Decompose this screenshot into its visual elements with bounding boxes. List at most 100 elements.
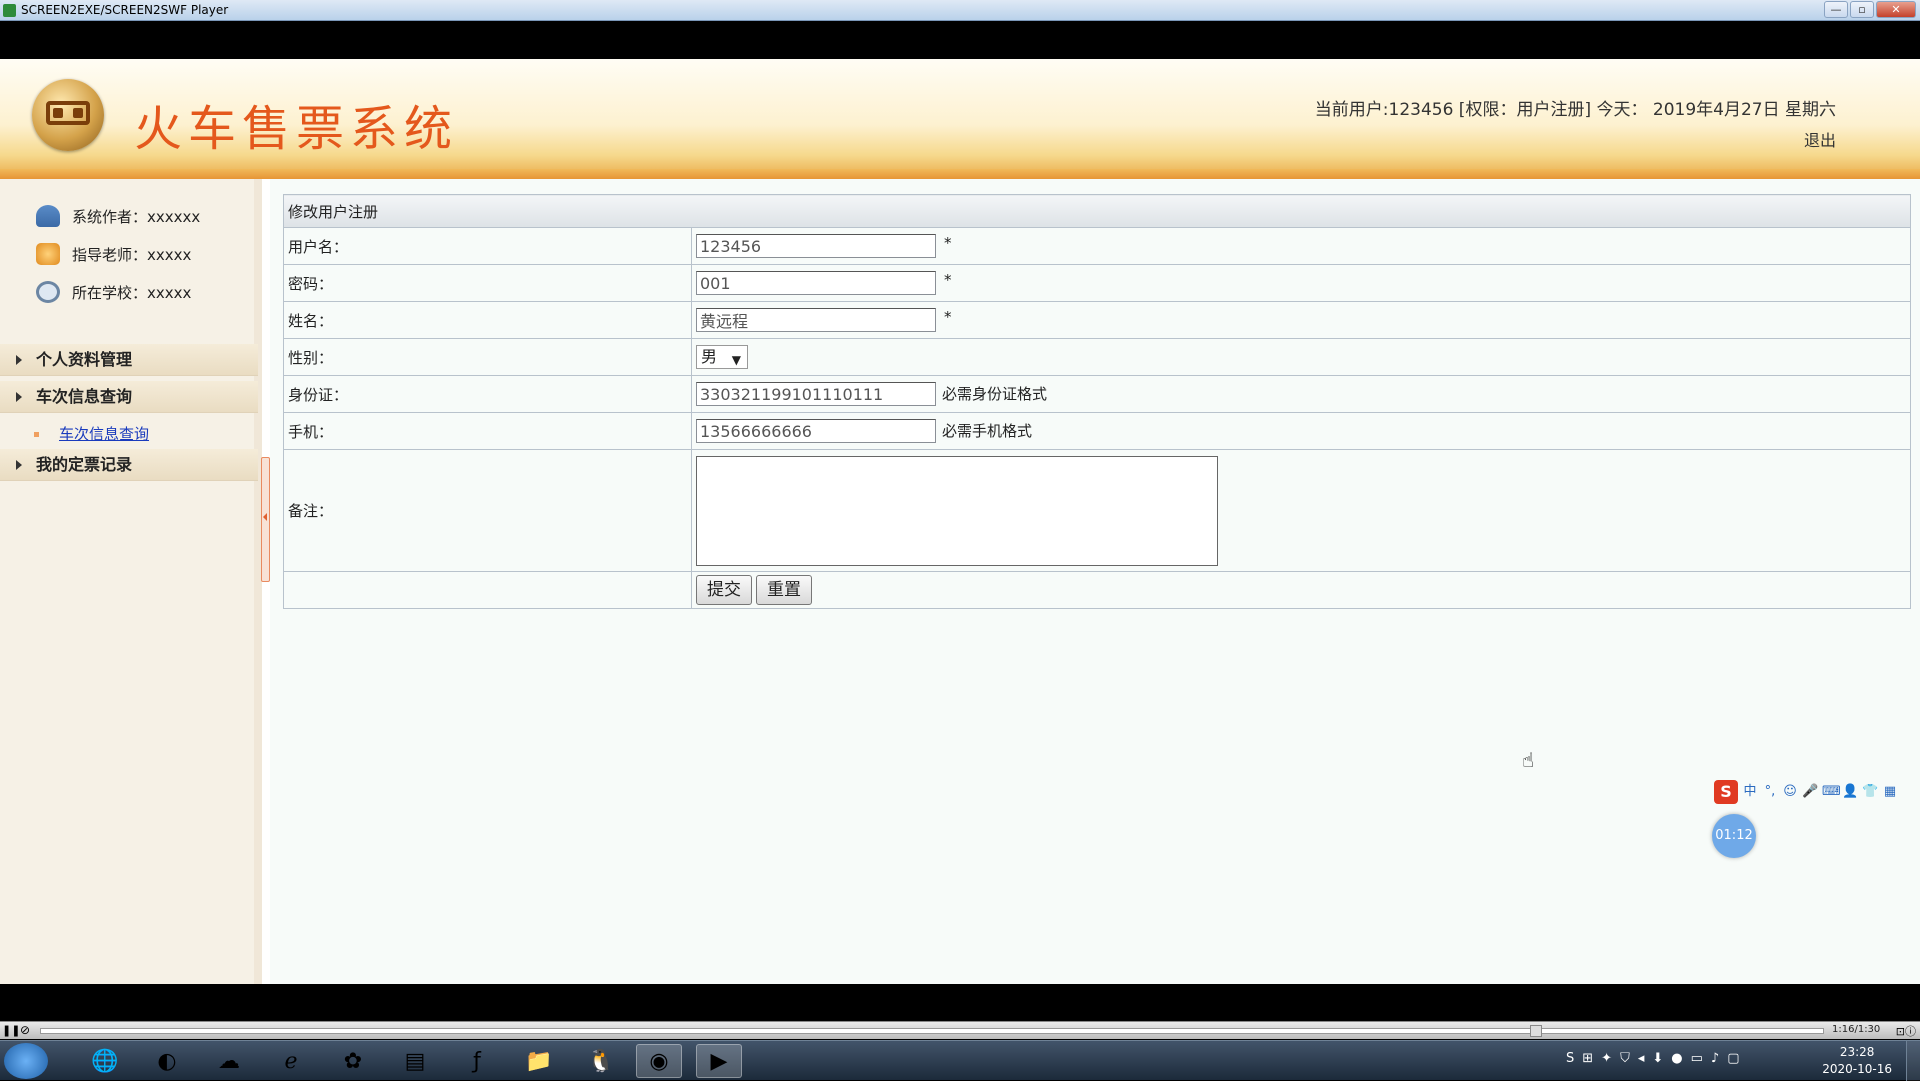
site-title: 火车售票系统 (134, 101, 459, 157)
reset-button[interactable]: 重置 (756, 575, 812, 605)
eclipse-icon[interactable]: ◐ (144, 1044, 190, 1078)
battery-tray-icon[interactable]: ▭ (1691, 1051, 1703, 1066)
menu-profile-management[interactable]: 个人资料管理 (0, 344, 258, 376)
username-label: 用户名： (283, 227, 692, 265)
sound-tray-icon[interactable]: ♪ (1711, 1051, 1719, 1066)
hand-cursor-icon: ☝ (1522, 748, 1535, 772)
idcard-input[interactable] (696, 382, 936, 406)
header-divider (0, 169, 1920, 179)
expand-arrow-icon (16, 460, 22, 470)
qq-tray-icon[interactable]: ● (1671, 1051, 1682, 1066)
start-button[interactable] (4, 1043, 48, 1079)
dropdown-arrow-icon: ▼ (731, 353, 741, 367)
submenu-link[interactable]: 车次信息查询 (59, 425, 149, 443)
qq-icon[interactable]: 🐧 (578, 1044, 624, 1078)
menu-train-query[interactable]: 车次信息查询 (0, 381, 258, 413)
phone-hint: 必需手机格式 (942, 421, 1033, 440)
pause-icon[interactable]: ❚❚ (2, 1024, 20, 1037)
taskbar: 🌐 ◐ ☁ ℯ ✿ ▤ ƒ 📁 🐧 ◉ ▶ S ⊞ ✦ ⛉ ◂ ⬇ ● ▭ ♪ … (0, 1040, 1920, 1081)
name-input[interactable] (696, 308, 936, 332)
browser-icon[interactable]: ℯ (268, 1044, 314, 1078)
form-row-password: 密码： * (283, 264, 1911, 302)
phone-label: 手机： (283, 412, 692, 450)
keyboard-icon[interactable]: ⌨ (1822, 784, 1841, 800)
wechat-icon[interactable]: ✿ (330, 1044, 376, 1078)
sidebar-info-teacher: 指导老师：xxxxx (36, 241, 191, 267)
system-clock[interactable]: 23:28 2020-10-16 (1822, 1044, 1892, 1078)
sidebar-collapse-handle[interactable] (261, 457, 270, 582)
gender-label: 性别： (283, 338, 692, 376)
form-title: 修改用户注册 (283, 194, 1911, 228)
emoji-icon[interactable]: ☺ (1782, 784, 1798, 800)
user-icon[interactable]: 👤 (1842, 784, 1858, 800)
camera-app-icon[interactable]: ◉ (636, 1044, 682, 1078)
seek-thumb[interactable] (1530, 1025, 1542, 1037)
phone-input[interactable] (696, 419, 936, 443)
stop-icon[interactable]: ⊘ (20, 1023, 30, 1037)
gender-value: 男 (701, 347, 718, 366)
toolbox-icon[interactable]: ▦ (1882, 784, 1898, 800)
player-app-icon[interactable]: ▶ (696, 1044, 742, 1078)
submit-button[interactable]: 提交 (696, 575, 752, 605)
seek-bar[interactable] (40, 1028, 1824, 1034)
form-row-gender: 性别： 男 ▼ (283, 338, 1911, 376)
window-titlebar: SCREEN2EXE/SCREEN2SWF Player — ▫ ✕ (0, 0, 1920, 21)
app-icon (3, 4, 16, 17)
school-icon (36, 281, 60, 303)
actions-spacer (283, 571, 692, 609)
skin-icon[interactable]: 👕 (1862, 784, 1878, 800)
show-desktop-button[interactable] (1906, 1041, 1920, 1081)
password-input[interactable] (696, 271, 936, 295)
sidebar-info-label: 所在学校：xxxxx (72, 283, 192, 302)
sidebar-info-school: 所在学校：xxxxx (36, 279, 191, 305)
expand-arrow-icon (16, 392, 22, 402)
chinese-mode-icon[interactable]: 中 (1742, 784, 1758, 800)
logout-link[interactable]: 退出 (1804, 127, 1836, 151)
update-tray-icon[interactable]: ⬇ (1652, 1051, 1663, 1066)
shield-tray-icon[interactable]: ⛉ (1620, 1051, 1630, 1066)
required-mark: * (944, 271, 952, 289)
network-tray-icon[interactable]: ⊞ (1582, 1051, 1593, 1066)
maximize-button[interactable]: ▫ (1850, 1, 1874, 18)
system-tray: S ⊞ ✦ ⛉ ◂ ⬇ ● ▭ ♪ ▢ (1566, 1051, 1740, 1066)
remark-textarea[interactable] (696, 455, 1218, 566)
required-mark: * (944, 308, 952, 326)
current-user-info: 当前用户:123456 [权限：用户注册] 今天： 2019年4月27日 星期六 (1314, 100, 1836, 120)
app-page: 火车售票系统 当前用户:123456 [权限：用户注册] 今天： 2019年4月… (0, 59, 1920, 984)
sogou-ime-icon[interactable]: S (1714, 780, 1738, 804)
volume-tray-icon[interactable]: ◂ (1638, 1051, 1645, 1066)
security-tray-icon[interactable]: ✦ (1601, 1051, 1612, 1066)
username-input[interactable] (696, 234, 936, 258)
sidebar-info-label: 系统作者：xxxxxx (72, 207, 201, 226)
player-controls: ❚❚ ⊘ 1:16/1:30 ⊡ⓘ (0, 1021, 1920, 1039)
chrome-icon[interactable]: 🌐 (82, 1044, 128, 1078)
expand-arrow-icon (16, 355, 22, 365)
minimize-button[interactable]: — (1824, 1, 1848, 18)
menu-label: 个人资料管理 (36, 350, 133, 369)
recording-timer[interactable]: 01:12 (1712, 814, 1756, 858)
menu-booking-records[interactable]: 我的定票记录 (0, 449, 258, 481)
submenu-train-query[interactable]: 车次信息查询 (34, 423, 149, 444)
display-tray-icon[interactable]: ▢ (1727, 1051, 1739, 1066)
form-row-phone: 手机： 必需手机格式 (283, 412, 1911, 450)
form-row-actions: 提交 重置 (283, 571, 1911, 609)
sogou-tray-icon[interactable]: S (1566, 1051, 1574, 1066)
menu-label: 我的定票记录 (36, 455, 133, 474)
form-row-idcard: 身份证： 必需身份证格式 (283, 375, 1911, 413)
menu-label: 车次信息查询 (36, 387, 133, 406)
baidu-netdisk-icon[interactable]: ☁ (206, 1044, 252, 1078)
author-icon (36, 205, 60, 227)
teacher-icon (36, 243, 60, 265)
file-explorer-icon[interactable]: 📁 (516, 1044, 562, 1078)
fullscreen-icon[interactable]: ⊡ⓘ (1896, 1023, 1916, 1039)
punctuation-icon[interactable]: °, (1762, 784, 1778, 800)
spreadsheet-icon[interactable]: ▤ (392, 1044, 438, 1078)
microphone-icon[interactable]: 🎤 (1802, 784, 1818, 800)
remark-label: 备注： (283, 449, 692, 572)
flash-icon[interactable]: ƒ (454, 1044, 500, 1078)
clock-date: 2020-10-16 (1822, 1062, 1892, 1076)
idcard-label: 身份证： (283, 375, 692, 413)
gender-select[interactable]: 男 ▼ (696, 345, 748, 369)
collapse-arrow-icon (263, 513, 267, 521)
close-button[interactable]: ✕ (1876, 1, 1916, 18)
